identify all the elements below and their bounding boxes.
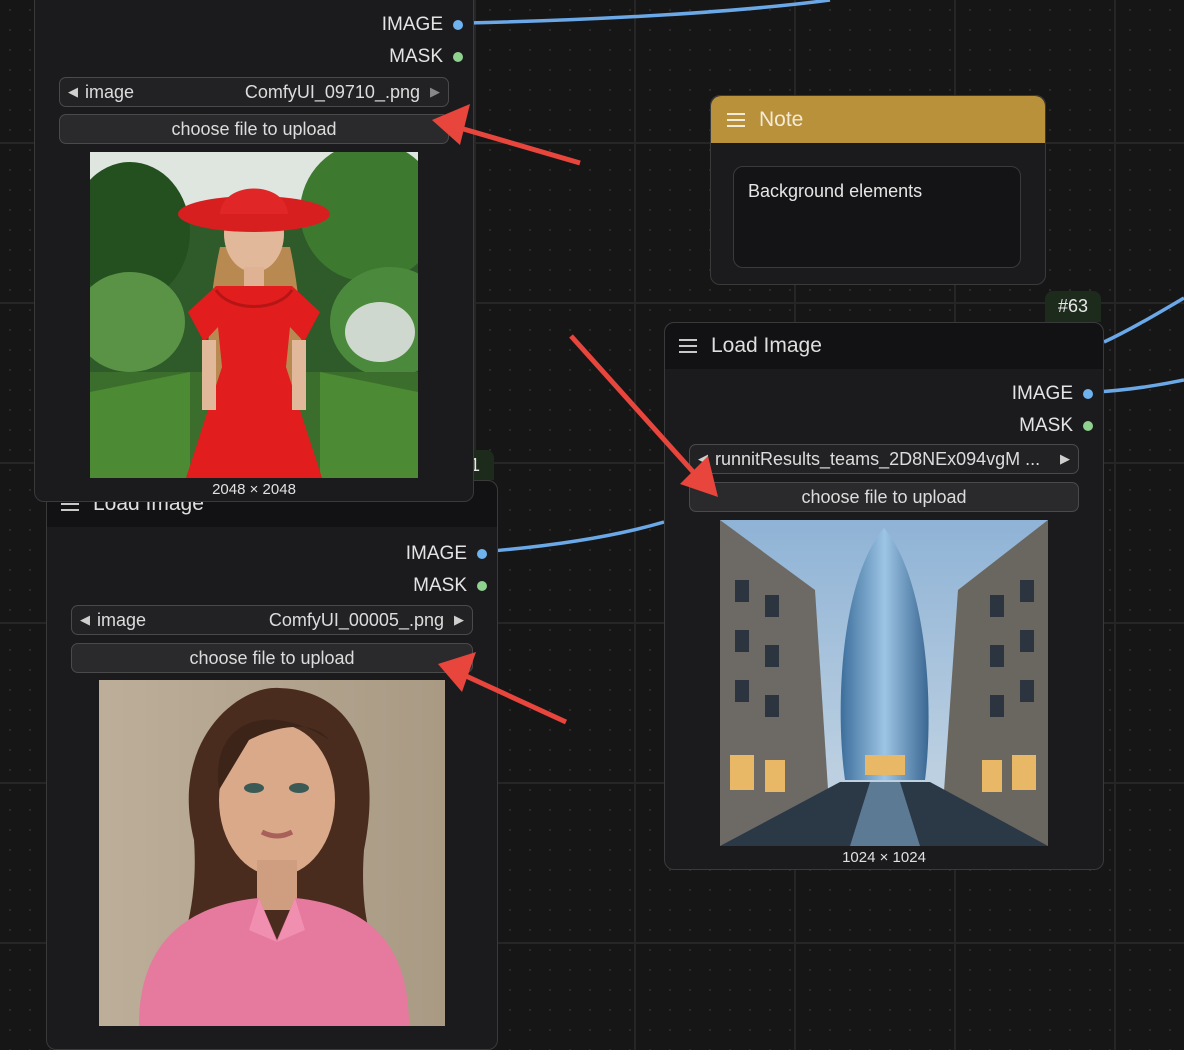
image-dimensions: 2048 × 2048: [212, 481, 296, 498]
combo-label: image: [85, 81, 135, 102]
mask-port-dot[interactable]: [477, 581, 487, 591]
image-preview-red-dress: [90, 152, 418, 478]
combo-next-arrow-icon[interactable]: ▶: [454, 612, 464, 628]
note-title: Note: [759, 107, 804, 131]
combo-prev-arrow-icon[interactable]: ◀: [698, 451, 708, 467]
node-header[interactable]: Load Image: [665, 323, 1103, 369]
hamburger-menu-icon[interactable]: [679, 339, 697, 353]
output-image[interactable]: IMAGE: [1012, 383, 1093, 405]
wire-top-image: [465, 0, 831, 25]
image-port-dot[interactable]: [477, 549, 487, 559]
combo-value: ComfyUI_00005_.png: [268, 609, 444, 630]
hamburger-menu-icon[interactable]: [727, 112, 745, 127]
combo-label: image: [97, 609, 147, 630]
node-title: Load Image: [711, 334, 822, 357]
mask-port-dot[interactable]: [1083, 421, 1093, 431]
load-image-node-top[interactable]: IMAGE MASK ◀ image ComfyUI_09710_.png ▶ …: [34, 0, 474, 502]
load-image-node-left[interactable]: Load Image IMAGE MASK ◀ image ComfyUI_00…: [46, 480, 498, 1050]
choose-file-button[interactable]: choose file to upload: [71, 643, 473, 673]
image-preview-portrait: [99, 680, 445, 1026]
note-node[interactable]: Note Background elements: [710, 95, 1046, 285]
choose-file-button[interactable]: choose file to upload: [689, 482, 1079, 512]
image-combo[interactable]: ◀ runnitResults_teams_2D8NEx094vgM ... ▶: [689, 444, 1079, 474]
image-combo[interactable]: ◀ image ComfyUI_00005_.png ▶: [71, 605, 473, 635]
mask-port-dot[interactable]: [453, 52, 463, 62]
combo-prev-arrow-icon[interactable]: ◀: [80, 612, 90, 628]
image-preview-city: [720, 520, 1048, 846]
load-image-node-right[interactable]: Load Image IMAGE MASK ◀ runnitResults_te…: [664, 322, 1104, 870]
output-image[interactable]: IMAGE: [406, 543, 487, 565]
wire-right-image: [1095, 378, 1184, 394]
combo-value: runnitResults_teams_2D8NEx094vgM ...: [715, 448, 1041, 469]
node-id-badge: #63: [1045, 291, 1101, 322]
combo-next-arrow-icon[interactable]: ▶: [1060, 451, 1070, 467]
combo-prev-arrow-icon[interactable]: ◀: [68, 84, 78, 100]
image-port-dot[interactable]: [453, 20, 463, 30]
image-port-dot[interactable]: [1083, 389, 1093, 399]
choose-file-button[interactable]: choose file to upload: [59, 114, 449, 144]
output-mask[interactable]: MASK: [389, 46, 463, 68]
wire-right-top: [1103, 296, 1184, 344]
combo-next-arrow-icon[interactable]: ▶: [430, 84, 440, 100]
image-dimensions: 1024 × 1024: [842, 849, 926, 866]
combo-value: ComfyUI_09710_.png: [244, 81, 420, 102]
output-mask[interactable]: MASK: [1019, 415, 1093, 437]
image-combo[interactable]: ◀ image ComfyUI_09710_.png ▶: [59, 77, 449, 107]
wire-left-image: [491, 520, 665, 553]
output-image[interactable]: IMAGE: [382, 14, 463, 36]
note-textarea[interactable]: Background elements: [733, 166, 1021, 268]
note-header[interactable]: Note: [711, 96, 1045, 143]
output-mask[interactable]: MASK: [413, 575, 487, 597]
